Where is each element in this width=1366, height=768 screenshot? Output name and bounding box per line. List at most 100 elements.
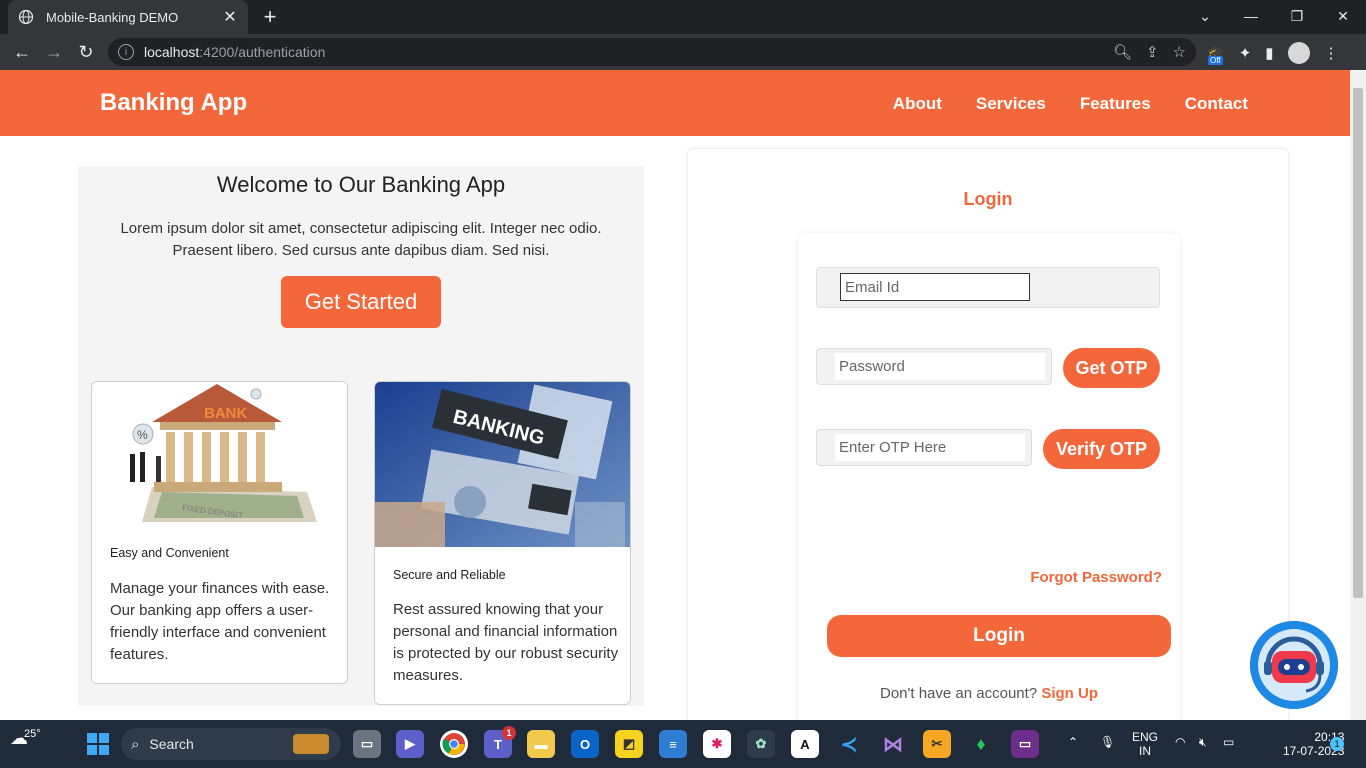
page-viewport: Banking App About Services Features Cont…	[0, 70, 1350, 720]
extension-off-badge: Off	[1208, 56, 1223, 65]
welcome-section: Welcome to Our Banking App Lorem ipsum d…	[78, 166, 644, 706]
zoom-icon[interactable]: 🔍︎	[1113, 43, 1132, 61]
language-line1: ENG	[1132, 730, 1159, 744]
slack-icon[interactable]: ✱	[703, 730, 731, 758]
sticky-notes-icon[interactable]: ◩	[615, 730, 643, 758]
page-scrollbar[interactable]	[1350, 70, 1366, 720]
browser-tab[interactable]: Mobile-Banking DEMO ✕	[8, 0, 248, 34]
minimize-icon[interactable]: —	[1228, 0, 1274, 32]
language-indicator[interactable]: ENG IN	[1132, 730, 1158, 758]
volume-muted-icon[interactable]: 🔇︎	[1199, 735, 1207, 749]
task-view-icon[interactable]: ▭	[353, 730, 381, 758]
scrollbar-thumb[interactable]	[1353, 88, 1363, 598]
wifi-icon[interactable]: ◠	[1175, 735, 1185, 749]
browser-toolbar: ← → ↻ i localhost:4200/authentication 🔍︎…	[0, 34, 1366, 70]
windows-taskbar: ☁ 25° ⌕ Search ▭ ▶ T1 ▬ O ◩ ≡ ✱ ✿ A ≺ ⋈ …	[0, 720, 1366, 768]
chatbot-robot-icon	[1250, 621, 1338, 709]
browser-menu-icon[interactable]: ⋮	[1324, 44, 1339, 62]
file-explorer-icon[interactable]: ▬	[527, 730, 555, 758]
globe-icon	[18, 9, 34, 25]
app-a-icon[interactable]: A	[791, 730, 819, 758]
notification-badge[interactable]: 1	[1330, 737, 1344, 751]
microphone-icon[interactable]: 🎙︎	[1100, 735, 1115, 749]
search-icon: ⌕	[131, 735, 140, 753]
terminal-icon[interactable]: ▭	[1011, 730, 1039, 758]
brand-logo[interactable]: Banking App	[100, 89, 247, 117]
login-panel: Login Get OTP Verify OTP Forgot Password…	[687, 148, 1289, 720]
weather-temperature: 25°	[24, 728, 41, 740]
url-path: :4200/authentication	[199, 44, 326, 60]
verify-otp-button[interactable]: Verify OTP	[1043, 429, 1160, 469]
outlook-icon[interactable]: O	[571, 730, 599, 758]
url-host: localhost	[144, 44, 200, 60]
bank-building-image: BANK % FIXED DEPOSIT	[92, 382, 347, 532]
bank-sign-text: BANK	[204, 405, 247, 422]
new-tab-button[interactable]: +	[258, 4, 282, 30]
signup-line: Don't have an account? Sign Up	[798, 685, 1180, 702]
tab-search-icon[interactable]: ⌄	[1182, 0, 1228, 32]
welcome-text: Lorem ipsum dolor sit amet, consectetur …	[120, 220, 602, 259]
close-window-icon[interactable]: ✕	[1320, 0, 1366, 32]
login-heading: Login	[963, 189, 1013, 209]
tools-icon[interactable]: ✂	[923, 730, 951, 758]
email-field-wrapper	[816, 267, 1160, 308]
svg-text:%: %	[137, 428, 148, 442]
chrome-icon[interactable]	[440, 730, 468, 758]
card-caption: Easy and Convenient	[110, 546, 229, 560]
nav-link-features[interactable]: Features	[1080, 94, 1151, 114]
email-field[interactable]	[840, 273, 1030, 301]
welcome-title: Welcome to Our Banking App	[216, 172, 506, 197]
search-highlight-icon	[293, 734, 329, 754]
reload-icon[interactable]: ↻	[74, 40, 98, 64]
weather-widget[interactable]: ☁ 25°	[10, 728, 41, 749]
taskbar-search[interactable]: ⌕ Search	[121, 728, 341, 760]
chatgpt-icon[interactable]: ✿	[747, 730, 775, 758]
tab-title: Mobile-Banking DEMO	[46, 9, 179, 25]
browser-tab-bar: Mobile-Banking DEMO ✕ + ⌄ — ❐ ✕	[0, 0, 1366, 34]
card-caption: Secure and Reliable	[393, 568, 506, 582]
battery-icon[interactable]: ▭	[1223, 735, 1234, 749]
bookmark-star-icon[interactable]: ☆	[1173, 43, 1186, 61]
extensions-puzzle-icon[interactable]: ✦	[1239, 44, 1252, 62]
profile-avatar[interactable]	[1287, 42, 1310, 64]
nav-link-about[interactable]: About	[893, 94, 942, 114]
otp-field-wrapper	[816, 429, 1032, 466]
password-field[interactable]	[835, 353, 1045, 380]
get-started-button[interactable]: Get Started	[281, 276, 441, 328]
site-navbar: Banking App About Services Features Cont…	[0, 70, 1350, 136]
language-line2: IN	[1139, 744, 1151, 758]
teams-icon[interactable]: T1	[484, 726, 516, 758]
back-icon[interactable]: ←	[10, 40, 34, 64]
forward-icon[interactable]: →	[42, 40, 66, 64]
nav-link-contact[interactable]: Contact	[1185, 94, 1248, 114]
otp-field[interactable]	[835, 434, 1025, 461]
taskbar-search-label: Search	[149, 736, 194, 752]
maximize-icon[interactable]: ❐	[1274, 0, 1320, 32]
forgot-password-link[interactable]: Forgot Password?	[1030, 569, 1162, 586]
signup-link[interactable]: Sign Up	[1041, 685, 1098, 702]
show-hidden-icons[interactable]: ⌃	[1068, 735, 1078, 749]
nav-links: About Services Features Contact	[893, 94, 1248, 114]
chatbot-button[interactable]	[1250, 621, 1338, 709]
card-text: Manage your finances with ease. Our bank…	[110, 580, 330, 663]
site-info-icon[interactable]: i	[118, 44, 134, 60]
side-panel-icon[interactable]: ▮	[1265, 44, 1273, 62]
get-otp-button[interactable]: Get OTP	[1063, 348, 1160, 388]
close-tab-icon[interactable]: ✕	[222, 7, 238, 27]
vscode-icon[interactable]: ≺	[835, 730, 863, 758]
teams-badge: 1	[502, 726, 516, 740]
extension-off-icon[interactable]: 🎓 Off	[1206, 44, 1225, 65]
signup-prompt: Don't have an account?	[880, 685, 1038, 702]
banking-tablet-image: BANKING	[375, 382, 630, 547]
visual-studio-icon[interactable]: ⋈	[879, 730, 907, 758]
password-field-wrapper	[816, 348, 1052, 385]
notepad-icon[interactable]: ≡	[659, 730, 687, 758]
teams-meet-icon[interactable]: ▶	[396, 730, 424, 758]
address-bar[interactable]: i localhost:4200/authentication 🔍︎ ⇪ ☆	[108, 38, 1196, 66]
windows-start-icon[interactable]	[84, 730, 112, 758]
mongodb-icon[interactable]: ♦	[967, 730, 995, 758]
share-icon[interactable]: ⇪	[1146, 43, 1159, 61]
feature-card-secure: BANKING Secure and Reliable Rest assured…	[374, 381, 631, 705]
nav-link-services[interactable]: Services	[976, 94, 1046, 114]
login-submit-button[interactable]: Login	[827, 615, 1171, 657]
